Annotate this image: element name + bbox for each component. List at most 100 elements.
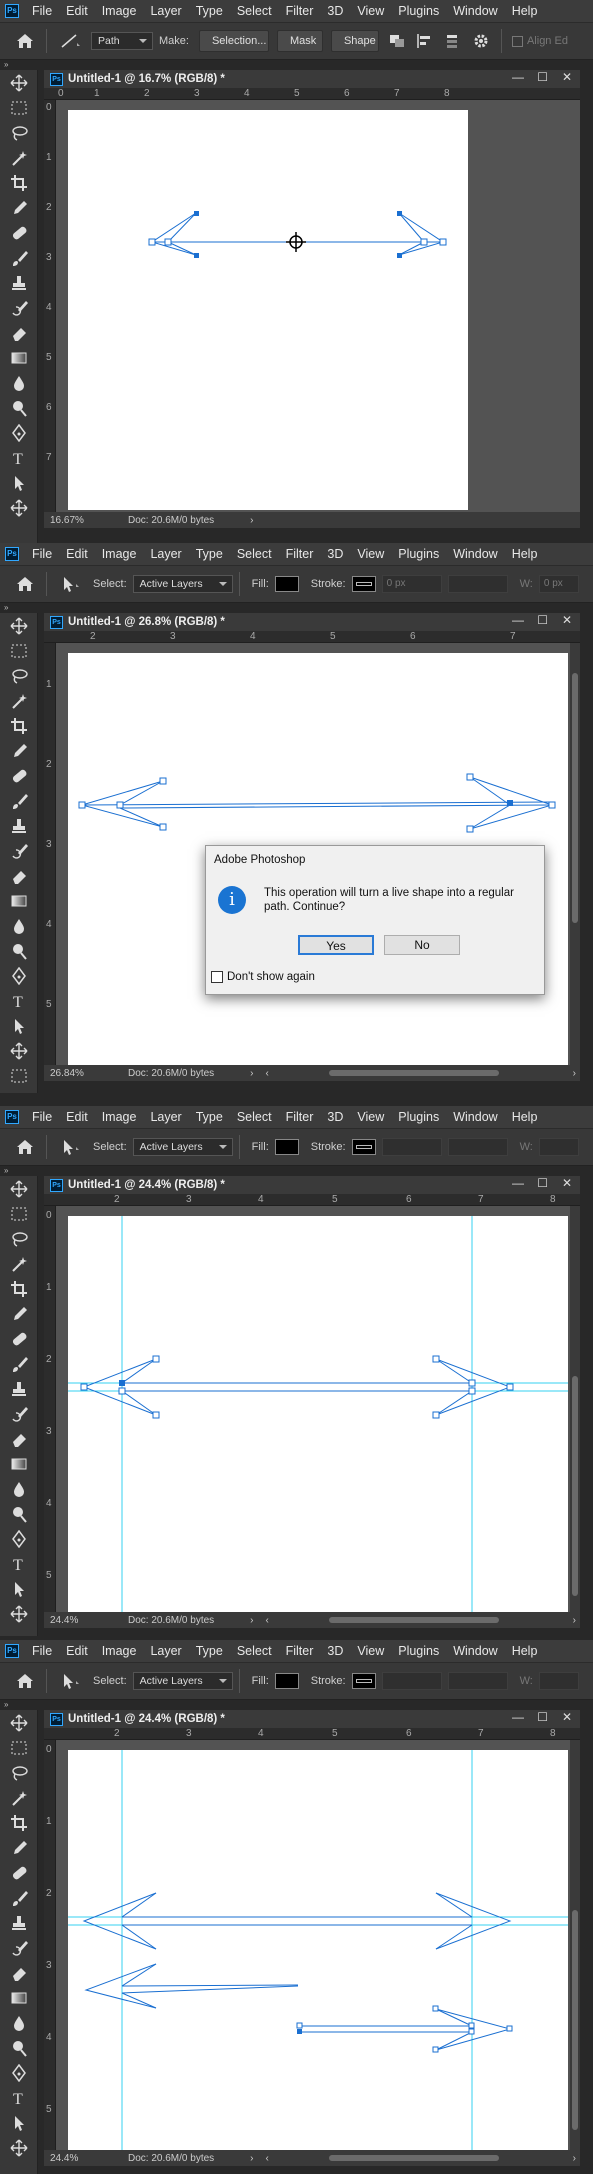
- menu-3d[interactable]: 3D: [320, 1110, 350, 1124]
- no-button[interactable]: No: [384, 935, 460, 955]
- minimize-button[interactable]: —: [512, 1176, 524, 1190]
- lasso-tool-icon[interactable]: [0, 663, 38, 688]
- canvas[interactable]: [68, 110, 468, 510]
- scroll-left-icon[interactable]: ‹: [266, 1068, 269, 1079]
- scroll-left-icon[interactable]: ‹: [266, 2153, 269, 2164]
- eyedropper-tool-icon[interactable]: [0, 1835, 38, 1860]
- pen-tool-icon[interactable]: [0, 963, 38, 988]
- clone-stamp-tool-icon[interactable]: [0, 1910, 38, 1935]
- menu-edit[interactable]: Edit: [59, 1110, 95, 1124]
- align-edges-checkbox[interactable]: Align Ed: [511, 35, 568, 47]
- menu-layer[interactable]: Layer: [143, 1110, 188, 1124]
- menu-edit[interactable]: Edit: [59, 547, 95, 561]
- path-selection-tool-icon[interactable]: [53, 570, 87, 598]
- healing-brush-tool-icon[interactable]: [0, 1860, 38, 1885]
- scroll-right-icon[interactable]: ›: [573, 2153, 576, 2164]
- gradient-tool-icon[interactable]: [0, 1451, 38, 1476]
- eraser-tool-icon[interactable]: [0, 1426, 38, 1451]
- history-brush-tool-icon[interactable]: [0, 295, 38, 320]
- move-tool-icon[interactable]: [0, 1710, 38, 1735]
- healing-brush-tool-icon[interactable]: [0, 1326, 38, 1351]
- menu-plugins[interactable]: Plugins: [391, 4, 446, 18]
- zoom-field[interactable]: 26.84%: [44, 1068, 88, 1079]
- home-icon[interactable]: [10, 1666, 40, 1696]
- brush-tool-icon[interactable]: [0, 1351, 38, 1376]
- collapse-arrows-icon[interactable]: »: [0, 603, 593, 613]
- stroke-type-dropdown[interactable]: [447, 1138, 508, 1156]
- yes-button[interactable]: Yes: [298, 935, 374, 955]
- history-brush-tool-icon[interactable]: [0, 1401, 38, 1426]
- healing-brush-tool-icon[interactable]: [0, 763, 38, 788]
- history-brush-tool-icon[interactable]: [0, 1935, 38, 1960]
- menu-help[interactable]: Help: [505, 4, 545, 18]
- pen-tool-icon[interactable]: [0, 2060, 38, 2085]
- blur-tool-icon[interactable]: [0, 913, 38, 938]
- menu-window[interactable]: Window: [446, 1110, 504, 1124]
- maximize-button[interactable]: ☐: [537, 1176, 548, 1190]
- path-selection-tool-icon[interactable]: [0, 2110, 38, 2135]
- maximize-button[interactable]: ☐: [537, 70, 548, 84]
- close-button[interactable]: ✕: [562, 70, 572, 84]
- stroke-width-field[interactable]: [381, 1672, 442, 1690]
- document-tab[interactable]: Ps Untitled-1 @ 24.4% (RGB/8) * — ☐ ✕: [44, 1176, 580, 1194]
- marquee-tool-icon[interactable]: [0, 1735, 38, 1760]
- path-selection-tool-icon[interactable]: [53, 1667, 87, 1695]
- healing-brush-tool-icon[interactable]: [0, 220, 38, 245]
- make-mask-button[interactable]: Mask: [276, 30, 323, 52]
- minimize-button[interactable]: —: [512, 70, 524, 84]
- lasso-tool-icon[interactable]: [0, 1226, 38, 1251]
- document-tab[interactable]: Ps Untitled-1 @ 24.4% (RGB/8) * — ☐ ✕: [44, 1710, 580, 1728]
- tool-mode-dropdown[interactable]: Path: [91, 32, 153, 50]
- menu-file[interactable]: File: [25, 4, 59, 18]
- width-field[interactable]: 0 px: [538, 575, 579, 593]
- menu-view[interactable]: View: [350, 1110, 391, 1124]
- crop-tool-icon[interactable]: [0, 1810, 38, 1835]
- home-icon[interactable]: [10, 1132, 40, 1162]
- move-tool-icon[interactable]: [0, 1038, 38, 1063]
- fill-swatch[interactable]: [274, 576, 299, 592]
- close-button[interactable]: ✕: [562, 1176, 572, 1190]
- pen-tool-icon[interactable]: [0, 420, 38, 445]
- path-selection-tool-icon[interactable]: [0, 1013, 38, 1038]
- menu-type[interactable]: Type: [189, 547, 230, 561]
- menu-select[interactable]: Select: [230, 1110, 279, 1124]
- document-info[interactable]: Doc: 20.6M/0 bytes: [128, 515, 214, 526]
- eyedropper-tool-icon[interactable]: [0, 195, 38, 220]
- menu-file[interactable]: File: [25, 547, 59, 561]
- maximize-button[interactable]: ☐: [537, 613, 548, 627]
- menu-plugins[interactable]: Plugins: [391, 1644, 446, 1658]
- brush-tool-icon[interactable]: [0, 788, 38, 813]
- arrow-path[interactable]: [68, 1216, 568, 1612]
- menu-filter[interactable]: Filter: [279, 547, 321, 561]
- path-selection-tool-icon[interactable]: [0, 1576, 38, 1601]
- collapse-arrows-icon[interactable]: »: [0, 60, 593, 70]
- menu-image[interactable]: Image: [95, 1644, 144, 1658]
- maximize-button[interactable]: ☐: [537, 1710, 548, 1724]
- magic-wand-tool-icon[interactable]: [0, 1785, 38, 1810]
- close-button[interactable]: ✕: [562, 1710, 572, 1724]
- marquee-tool-icon[interactable]: [0, 95, 38, 120]
- select-dropdown[interactable]: Active Layers: [132, 1138, 233, 1156]
- vertical-scrollbar[interactable]: [570, 643, 580, 1065]
- menu-layer[interactable]: Layer: [143, 1644, 188, 1658]
- magic-wand-tool-icon[interactable]: [0, 1251, 38, 1276]
- status-arrow-icon[interactable]: ›: [250, 515, 253, 526]
- eyedropper-tool-icon[interactable]: [0, 1301, 38, 1326]
- stroke-type-dropdown[interactable]: [447, 575, 508, 593]
- move-tool-icon[interactable]: [0, 495, 38, 520]
- select-dropdown[interactable]: Active Layers: [132, 575, 233, 593]
- move-tool-icon[interactable]: [0, 613, 38, 638]
- marquee-tool-icon[interactable]: [0, 1063, 38, 1088]
- menu-type[interactable]: Type: [189, 1644, 230, 1658]
- document-tab[interactable]: Ps Untitled-1 @ 26.8% (RGB/8) * — ☐ ✕: [44, 613, 580, 631]
- gradient-tool-icon[interactable]: [0, 1985, 38, 2010]
- dont-show-again-checkbox[interactable]: Don't show again: [211, 971, 315, 983]
- menu-3d[interactable]: 3D: [320, 547, 350, 561]
- stroke-type-dropdown[interactable]: [447, 1672, 508, 1690]
- menu-view[interactable]: View: [350, 547, 391, 561]
- scroll-thumb[interactable]: [572, 673, 578, 923]
- menu-view[interactable]: View: [350, 1644, 391, 1658]
- clone-stamp-tool-icon[interactable]: [0, 270, 38, 295]
- make-selection-button[interactable]: Selection...: [198, 30, 269, 52]
- menu-plugins[interactable]: Plugins: [391, 1110, 446, 1124]
